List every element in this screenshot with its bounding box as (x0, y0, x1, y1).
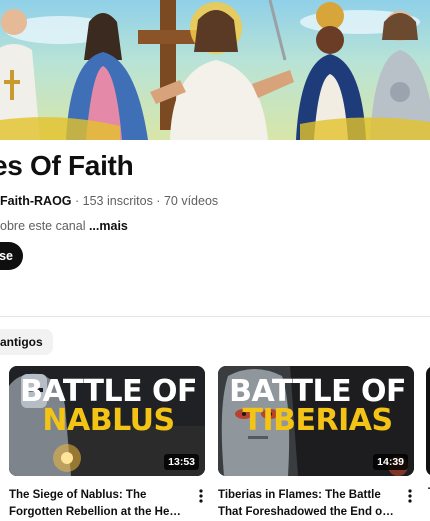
filter-chip-oldest[interactable]: antigos (0, 329, 53, 355)
video-thumbnail[interactable]: BATTLE OF NABLUS 13:53 (9, 366, 205, 476)
video-duration: 13:53 (164, 454, 199, 470)
video-card[interactable]: BATTLE OF TIBERIAS 14:39 Tiberias in Fla… (218, 366, 414, 518)
video-card[interactable]: BATTLE OF NABLUS 13:53 The Siege of Nabl… (9, 366, 205, 518)
thumbnail-title-line2: NABLUS (42, 402, 175, 438)
thumbnail-title: BATTLE OF TIBERIAS (229, 377, 406, 438)
video-count: 70 vídeos (163, 194, 219, 208)
channel-name: es Of Faith (0, 150, 134, 181)
banner-artwork (0, 0, 430, 140)
subscribe-button[interactable]: se (0, 242, 23, 270)
thumbnail-title: BATTLE OF NABLUS (20, 377, 197, 438)
meta-separator: · (152, 194, 164, 208)
channel-description[interactable]: obre este canal ...mais (0, 219, 128, 233)
more-options-icon[interactable] (402, 486, 418, 506)
channel-handle[interactable]: Faith-RAOG (0, 194, 72, 208)
more-link[interactable]: ...mais (89, 219, 128, 233)
video-thumbnail[interactable]: BATTLE OF TIBERIAS 14:39 (218, 366, 414, 476)
video-duration: 14:39 (373, 454, 408, 470)
description-text: obre este canal (0, 219, 89, 233)
channel-banner (0, 0, 430, 140)
meta-separator: · (71, 194, 83, 208)
channel-meta: Faith-RAOG · 153 inscritos · 70 vídeos (0, 194, 218, 208)
thumbnail-title-line2: TIBERIAS (242, 402, 394, 438)
video-thumbnail-partial[interactable] (426, 366, 430, 476)
tabs-divider (0, 316, 430, 317)
more-options-icon[interactable] (193, 486, 209, 506)
subscriber-count: 153 inscritos (82, 194, 153, 208)
